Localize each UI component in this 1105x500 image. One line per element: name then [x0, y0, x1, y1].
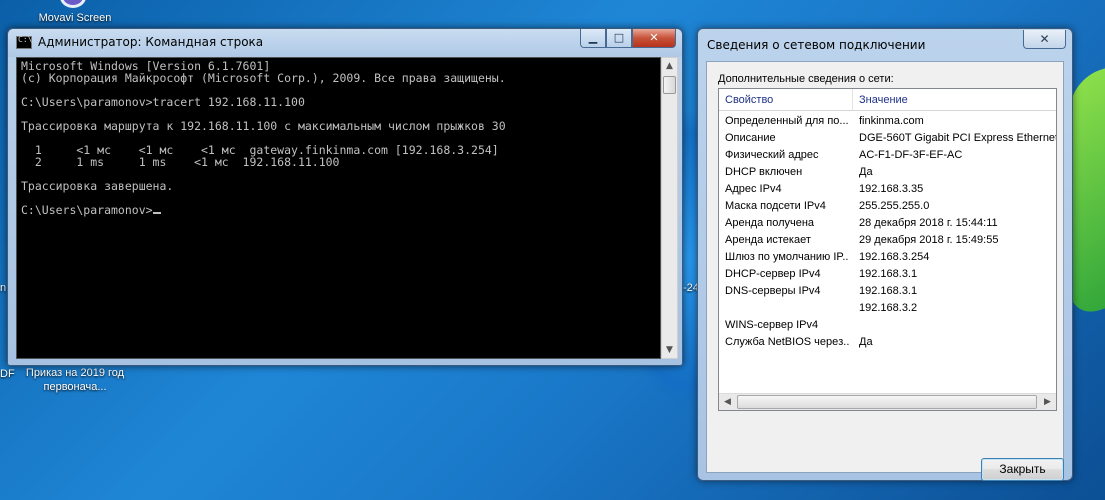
text-cursor — [152, 212, 161, 214]
console-line: Трассировка маршрута к 192.168.11.100 с … — [21, 119, 506, 133]
row-property — [725, 300, 849, 317]
row-value: 192.168.3.1 — [859, 285, 918, 297]
console-prompt: C:\Users\paramonov> — [21, 203, 153, 217]
row-property: WINS-сервер IPv4 — [725, 319, 819, 331]
close-dialog-button[interactable]: Закрыть — [981, 458, 1064, 481]
list-row[interactable]: WINS-сервер IPv4 — [719, 317, 1056, 334]
desktop-icon-label: Movavi Screen — [38, 12, 112, 24]
row-property: DHCP-сервер IPv4 — [725, 268, 821, 280]
list-row[interactable]: Служба NetBIOS черeз... Да — [719, 334, 1056, 351]
list-row[interactable]: Маска подсети IPv4 255.255.255.0 — [719, 198, 1056, 215]
movavi-icon — [60, 0, 86, 8]
scroll-thumb[interactable] — [663, 76, 676, 94]
row-value: finkinma.com — [859, 115, 924, 127]
cmd-console[interactable]: Microsoft Windows [Version 6.1.7601] (c)… — [16, 57, 661, 359]
row-value: 28 декабря 2018 г. 15:44:11 — [859, 217, 998, 229]
row-property: Шлюз по умолчанию IP... — [725, 251, 849, 263]
console-line: Трассировка завершена. — [21, 179, 174, 193]
list-row[interactable]: Описание DGE-560T Gigabit PCI Express Et… — [719, 130, 1056, 147]
dialog-title: Сведения о сетевом подключении — [707, 38, 926, 52]
row-value: Да — [859, 166, 873, 178]
desktop-icon-movavi[interactable]: Movavi Screen — [30, 0, 120, 26]
row-property: Служба NetBIOS черeз... — [725, 336, 849, 348]
close-icon: ✕ — [1039, 32, 1050, 46]
list-row[interactable]: Физический адрес AC-F1-DF-3F-EF-AC — [719, 147, 1056, 164]
dialog-close-button[interactable]: ✕ — [1023, 30, 1066, 49]
row-value: 29 декабря 2018 г. 15:49:55 — [859, 234, 999, 246]
row-value: 192.168.3.35 — [859, 183, 924, 195]
cmd-titlebar[interactable]: C:\ Администратор: Командная строка ▁ □ … — [8, 29, 682, 57]
row-value — [859, 317, 1056, 334]
row-property: Адрес IPv4 — [725, 183, 782, 195]
row-value: 192.168.3.2 — [859, 302, 918, 314]
row-value: DGE-560T Gigabit PCI Express Ethernet A — [859, 132, 1056, 144]
scroll-right-arrow-icon[interactable]: ▶ — [1039, 394, 1056, 410]
row-property: Определенный для по... — [725, 115, 849, 127]
cmd-app-icon[interactable]: C:\ — [16, 35, 32, 49]
minimize-icon: ▁ — [588, 31, 598, 44]
console-line: (c) Корпорация Майкрософт (Microsoft Cor… — [21, 71, 506, 85]
scroll-down-arrow-icon[interactable]: ▼ — [662, 342, 677, 358]
cmd-window-controls: ▁ □ ✕ — [580, 29, 676, 49]
list-row[interactable]: Аренда получена 28 декабря 2018 г. 15:44… — [719, 215, 1056, 232]
row-property: Физический адрес — [725, 149, 819, 161]
minimize-button[interactable]: ▁ — [580, 29, 606, 48]
row-property: DNS-серверы IPv4 — [725, 285, 821, 297]
dialog-body: Дополнительные сведения о сети: Свойство… — [706, 61, 1064, 481]
column-header-value[interactable]: Значение — [853, 89, 1056, 111]
list-row[interactable]: DHCP-сервер IPv4 192.168.3.1 — [719, 266, 1056, 283]
list-row[interactable]: Аренда истекает 29 декабря 2018 г. 15:49… — [719, 232, 1056, 249]
row-property: Аренда получена — [725, 217, 815, 229]
wallpaper-green-shape — [1070, 60, 1105, 320]
network-details-list[interactable]: Свойство Значение Определенный для по...… — [718, 88, 1057, 411]
list-row[interactable]: DHCP включен Да — [719, 164, 1056, 181]
maximize-icon: □ — [613, 31, 625, 44]
cmd-window[interactable]: C:\ Администратор: Командная строка ▁ □ … — [7, 28, 683, 366]
list-row[interactable]: 192.168.3.2 — [719, 300, 1056, 317]
close-button[interactable]: ✕ — [632, 29, 676, 48]
scroll-left-arrow-icon[interactable]: ◀ — [719, 394, 736, 410]
column-header-property[interactable]: Свойство — [719, 89, 853, 111]
row-value: AC-F1-DF-3F-EF-AC — [859, 149, 963, 161]
list-row[interactable]: DNS-серверы IPv4 192.168.3.1 — [719, 283, 1056, 300]
console-line: 2 1 ms 1 ms <1 мс 192.168.11.100 — [21, 155, 340, 169]
list-header: Свойство Значение — [719, 89, 1056, 111]
list-horizontal-scrollbar[interactable]: ◀ ▶ — [719, 393, 1056, 410]
close-icon: ✕ — [649, 31, 659, 44]
row-property: Маска подсети IPv4 — [725, 200, 826, 212]
row-property: Аренда истекает — [725, 234, 811, 246]
scroll-up-arrow-icon[interactable]: ▲ — [662, 58, 677, 74]
row-value: 255.255.255.0 — [859, 200, 930, 212]
cmd-scrollbar[interactable]: ▲ ▼ — [661, 57, 678, 359]
cmd-title: Администратор: Командная строка — [38, 35, 264, 49]
list-row[interactable]: Определенный для по... finkinma.com — [719, 113, 1056, 130]
row-property: DHCP включен — [725, 166, 803, 178]
scroll-thumb[interactable] — [737, 395, 1037, 409]
row-value: 192.168.3.254 — [859, 251, 930, 263]
row-property: Описание — [725, 132, 776, 144]
network-details-dialog[interactable]: Сведения о сетевом подключении ✕ Дополни… — [697, 28, 1073, 481]
dialog-subtitle: Дополнительные сведения о сети: — [718, 73, 894, 85]
list-row[interactable]: Шлюз по умолчанию IP... 192.168.3.254 — [719, 249, 1056, 266]
row-value: 192.168.3.1 — [859, 268, 918, 280]
row-value: Да — [859, 336, 873, 348]
desktop-icon-prikaz[interactable]: Приказ на 2019 год первонача... — [20, 366, 130, 394]
console-line: C:\Users\paramonov>tracert 192.168.11.10… — [21, 95, 305, 109]
console-prompt-line[interactable]: C:\Users\paramonov> — [21, 204, 161, 216]
desktop-edge-text: n — [0, 282, 7, 294]
list-row[interactable]: Адрес IPv4 192.168.3.35 — [719, 181, 1056, 198]
maximize-button[interactable]: □ — [606, 29, 632, 48]
desktop-edge-text: DF — [0, 368, 15, 380]
